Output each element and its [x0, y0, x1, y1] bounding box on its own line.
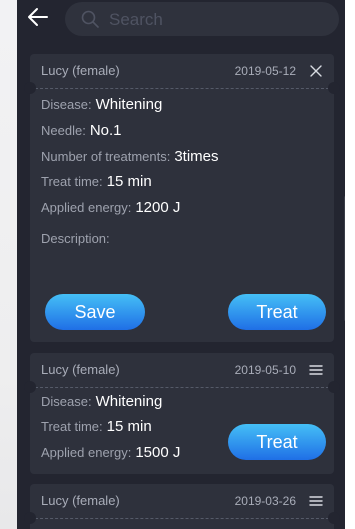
- energy-field: Applied energy: 1500 J: [41, 444, 180, 462]
- patient-name: Lucy (female): [41, 362, 120, 377]
- card-notch: [24, 82, 36, 94]
- card-notch: [24, 381, 36, 393]
- needle-field: Needle: No.1: [41, 122, 122, 140]
- menu-icon[interactable]: [308, 493, 324, 509]
- page-left-margin: [0, 0, 17, 529]
- treatment-record-card: Lucy (female) 2019-03-26: [24, 484, 340, 529]
- treat-button[interactable]: Treat: [228, 294, 326, 330]
- needle-value: No.1: [89, 122, 122, 139]
- treat-time-value: 15 min: [106, 173, 152, 190]
- save-button[interactable]: Save: [45, 294, 145, 330]
- disease-label: Disease:: [41, 394, 92, 409]
- patient-name: Lucy (female): [41, 493, 120, 508]
- patient-name: Lucy (female): [41, 63, 120, 78]
- card-notch: [328, 512, 340, 524]
- description-field[interactable]: Description:: [41, 230, 110, 248]
- search-bar[interactable]: [65, 2, 339, 38]
- description-label: Description:: [41, 231, 110, 246]
- energy-value: 1500 J: [135, 444, 181, 461]
- disease-field: Disease: Whitening: [41, 96, 162, 114]
- treatments-field: Number of treatments: 3times: [41, 148, 219, 166]
- energy-field: Applied energy: 1200 J: [41, 199, 180, 217]
- treatment-record-card: Lucy (female) 2019-05-10 Disease: Whiteni…: [24, 353, 340, 474]
- search-input[interactable]: [107, 2, 331, 38]
- search-icon: [81, 10, 99, 28]
- energy-label: Applied energy:: [41, 200, 132, 215]
- treat-time-field: Treat time: 15 min: [41, 418, 152, 436]
- treatment-record-card: Lucy (female) 2019-05-12 Disease: Whiteni…: [24, 54, 340, 342]
- energy-label: Applied energy:: [41, 445, 132, 460]
- treat-button[interactable]: Treat: [228, 424, 326, 460]
- disease-value: Whitening: [95, 393, 163, 410]
- treat-time-label: Treat time:: [41, 419, 103, 434]
- treat-time-label: Treat time:: [41, 174, 103, 189]
- app-screen: Lucy (female) 2019-05-12 Disease:Whiteni…: [17, 0, 345, 529]
- card-header: Lucy (female) 2019-05-10: [30, 353, 334, 388]
- card-header: Lucy (female) 2019-03-26: [30, 484, 334, 519]
- treat-time-field: Treat time: 15 min: [41, 173, 152, 191]
- treatments-value: 3times: [174, 148, 219, 165]
- page-right-margin: [345, 0, 355, 529]
- record-date: 2019-05-10: [234, 363, 296, 377]
- disease-label: Disease:: [41, 97, 92, 112]
- treat-time-value: 15 min: [106, 418, 152, 435]
- record-date: 2019-05-12: [234, 64, 296, 78]
- close-icon[interactable]: [308, 63, 324, 79]
- card-notch: [24, 512, 36, 524]
- disease-field: Disease: Whitening: [41, 393, 162, 411]
- treatments-label: Number of treatments:: [41, 149, 171, 164]
- energy-value: 1200 J: [135, 199, 181, 216]
- needle-label: Needle:: [41, 123, 86, 138]
- menu-icon[interactable]: [308, 362, 324, 378]
- card-notch: [328, 381, 340, 393]
- card-notch: [328, 82, 340, 94]
- back-button[interactable]: [25, 4, 51, 30]
- record-date: 2019-03-26: [234, 494, 296, 508]
- arrow-left-icon: [28, 8, 48, 26]
- disease-value: Whitening: [95, 96, 163, 113]
- card-header: Lucy (female) 2019-05-12: [30, 54, 334, 89]
